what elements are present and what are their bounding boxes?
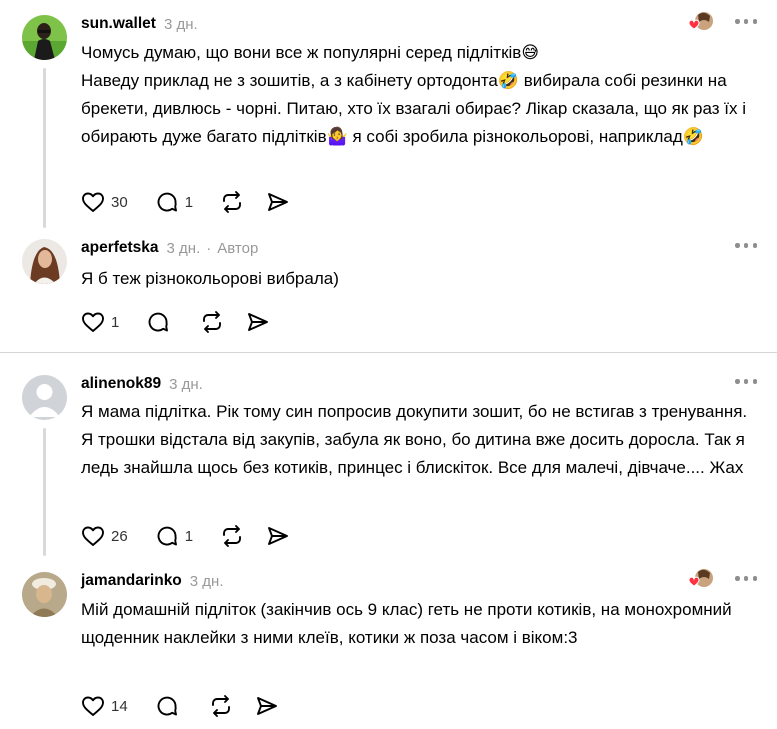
share-icon bbox=[256, 697, 277, 715]
comment-actions: 14 bbox=[81, 692, 279, 720]
like-count: 26 bbox=[111, 527, 128, 545]
reply-icon bbox=[148, 312, 169, 332]
reply-count: 1 bbox=[184, 193, 194, 211]
repost-button[interactable] bbox=[200, 310, 224, 334]
heart-icon bbox=[82, 312, 104, 332]
comment-header: aperfetska 3 дн. · Автор bbox=[81, 236, 258, 260]
more-options-button[interactable] bbox=[735, 576, 757, 582]
author-badge: Автор bbox=[217, 239, 259, 257]
reply-button[interactable]: 1 bbox=[155, 524, 193, 548]
heart-icon bbox=[82, 696, 104, 716]
more-options-button[interactable] bbox=[735, 379, 757, 385]
repost-icon bbox=[211, 695, 230, 717]
comment-divider bbox=[0, 352, 777, 353]
share-icon bbox=[268, 527, 288, 545]
thread-line bbox=[43, 68, 46, 228]
more-options-button[interactable] bbox=[735, 19, 757, 25]
heart-icon bbox=[82, 192, 104, 212]
reply-button[interactable]: 1 bbox=[155, 190, 193, 214]
reply-icon bbox=[157, 526, 177, 546]
like-button[interactable]: 30 bbox=[81, 191, 128, 213]
share-icon bbox=[268, 193, 288, 211]
repost-icon bbox=[223, 525, 241, 547]
username[interactable]: jamandarinko bbox=[81, 572, 182, 590]
share-button[interactable] bbox=[266, 524, 290, 548]
liked-by-author-icon bbox=[687, 567, 715, 589]
repost-button[interactable] bbox=[209, 694, 233, 718]
reply-button[interactable] bbox=[146, 310, 170, 334]
comment-text: Я б теж різнокольорові вибрала) bbox=[81, 269, 339, 288]
comment-actions: 30 1 bbox=[81, 188, 290, 216]
comment-header: alinenok89 3 дн. bbox=[81, 372, 203, 396]
reply-count: 1 bbox=[184, 527, 194, 545]
reply-icon bbox=[157, 192, 177, 212]
avatar[interactable] bbox=[22, 239, 67, 284]
timestamp[interactable]: 3 дн. bbox=[169, 376, 203, 393]
like-count: 1 bbox=[111, 313, 120, 331]
avatar[interactable] bbox=[22, 375, 67, 420]
repost-icon bbox=[203, 311, 222, 333]
liked-by-author-icon bbox=[687, 10, 715, 32]
like-button[interactable]: 26 bbox=[81, 525, 128, 547]
share-icon bbox=[248, 313, 269, 331]
like-count: 30 bbox=[111, 193, 128, 211]
share-button[interactable] bbox=[266, 190, 290, 214]
share-button[interactable] bbox=[255, 694, 279, 718]
comment-header: sun.wallet 3 дн. bbox=[81, 12, 198, 36]
thread-line bbox=[43, 428, 46, 556]
separator-dot: · bbox=[206, 239, 212, 257]
repost-button[interactable] bbox=[220, 524, 244, 548]
repost-icon bbox=[223, 191, 241, 213]
like-button[interactable]: 1 bbox=[81, 311, 119, 333]
avatar[interactable] bbox=[22, 15, 67, 60]
heart-icon bbox=[82, 526, 104, 546]
username[interactable]: sun.wallet bbox=[81, 15, 156, 33]
more-options-button[interactable] bbox=[735, 243, 757, 249]
repost-button[interactable] bbox=[220, 190, 244, 214]
comment-text: Я мама підлітка. Рік тому син попросив д… bbox=[81, 402, 748, 477]
reply-button[interactable] bbox=[155, 694, 179, 718]
comment-header: jamandarinko 3 дн. bbox=[81, 569, 224, 593]
timestamp[interactable]: 3 дн. bbox=[164, 16, 198, 33]
avatar[interactable] bbox=[22, 572, 67, 617]
comment-actions: 26 1 bbox=[81, 522, 290, 550]
like-button[interactable]: 14 bbox=[81, 695, 128, 717]
share-button[interactable] bbox=[246, 310, 270, 334]
username[interactable]: alinenok89 bbox=[81, 375, 161, 393]
reply-icon bbox=[157, 696, 177, 716]
timestamp[interactable]: 3 дн. bbox=[190, 573, 224, 590]
username[interactable]: aperfetska bbox=[81, 239, 159, 257]
timestamp[interactable]: 3 дн. bbox=[167, 240, 201, 257]
comment-text: Мій домашній підліток (закінчив ось 9 кл… bbox=[81, 600, 732, 647]
comment-text: Чомусь думаю, що вони все ж популярні се… bbox=[81, 43, 747, 146]
like-count: 14 bbox=[111, 697, 128, 715]
comment-actions: 1 bbox=[81, 308, 270, 336]
